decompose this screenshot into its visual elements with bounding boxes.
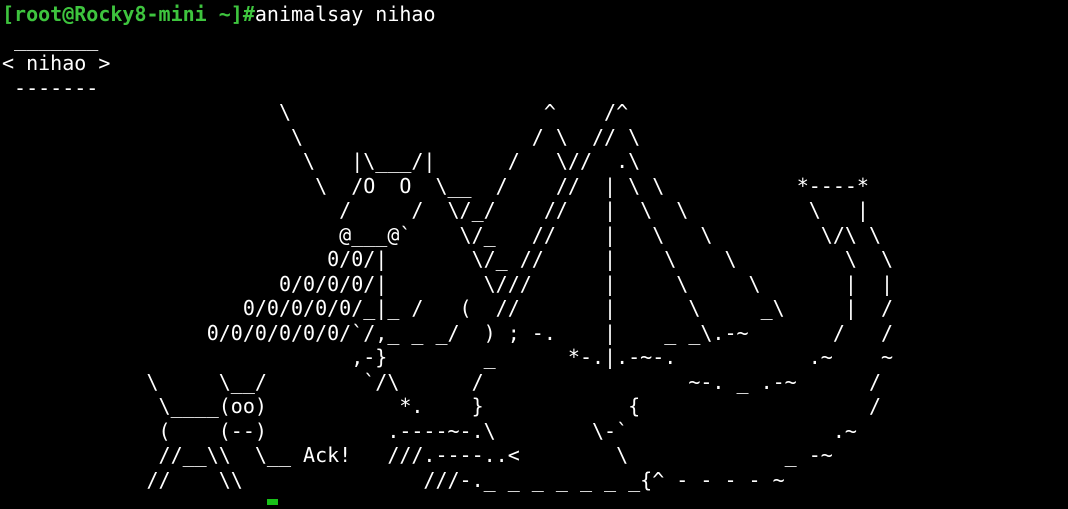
output-line: / / \/_/ // | \ \ \ | [2,198,869,222]
output-line: ,-} _ *-.|.-~-. .~ ~ [2,345,894,369]
output-line: @___@` \/_ // | \ \ \/\ \ [2,222,881,247]
typed-command: animalsay nihao [254,2,436,26]
output-line: //__\\ \__ Ack! ///.----..< \ _ -~ [2,443,833,467]
output-line: \ \__/ `/\ / ~-. _ .-~ / [2,369,881,394]
output-line: 0/0/0/0/| \/// | \ \ | | [2,271,894,296]
terminal-window[interactable]: [root@Rocky8-mini ~]#animalsay nihao ___… [0,0,1068,505]
output-line: \ /O O \__ / // | \ \ *----* [2,173,869,198]
output-line: _______ [2,26,99,51]
command-line: [root@Rocky8-mini ~]#animalsay nihao [2,2,1068,27]
output-line: ( (--) .----~-.\ \-` .~ [2,418,857,443]
output-line: \ / \ // \ [2,124,641,149]
animalsay-output: _______ < nihao > ------- \ ^ /^ \ / \ /… [2,27,1068,493]
output-line: 0/0/0/0/0/0/`/,_ _ _/ ) ; -. | _ _\.-~ /… [2,320,894,345]
output-line: ------- [2,75,99,100]
output-line: \____(oo) *. } { / [2,394,881,418]
output-line: \ |\___/| / \// .\ [2,149,641,173]
output-line: 0/0/| \/_ // | \ \ \ \ [2,247,894,271]
output-line: 0/0/0/0/0/_|_ / ( // | \ _\ | / [2,296,894,320]
cursor-line [2,490,278,505]
text-cursor[interactable] [266,499,278,505]
output-line: \ ^ /^ [2,100,629,124]
shell-prompt: [root@Rocky8-mini ~]# [2,2,255,26]
output-line: < nihao > [2,51,111,75]
